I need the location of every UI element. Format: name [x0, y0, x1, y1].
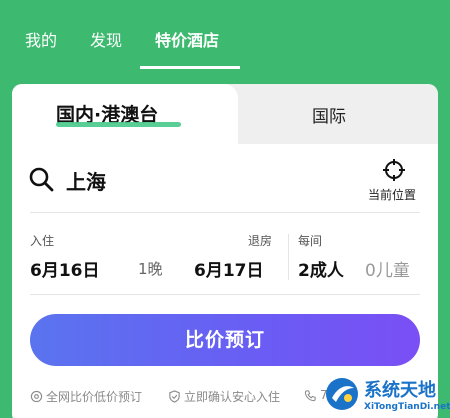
vertical-divider [288, 234, 289, 280]
divider [30, 294, 420, 295]
stay-details-row: 入住 6月16日 1晚 退房 6月17日 每间 2成人 0儿童 [12, 224, 438, 288]
nights-count: 1晚 [138, 260, 163, 278]
tab-special-hotels[interactable]: 特价酒店 [155, 30, 219, 52]
feature-text: 全网比价低价预订 [46, 390, 143, 404]
checkout-date[interactable]: 6月17日 [194, 256, 264, 281]
adults-count[interactable]: 2成人 [298, 256, 344, 281]
locate-icon[interactable] [382, 158, 406, 182]
shield-check-icon [169, 390, 180, 403]
top-nav: 我的 发现 特价酒店 [0, 0, 450, 70]
destination-city[interactable]: 上海 [66, 166, 106, 195]
watermark-url: XiTongTianDi.net [364, 402, 450, 412]
tab-mine[interactable]: 我的 [25, 30, 57, 52]
feature-text: 立即确认安心入住 [184, 390, 281, 404]
tab-discover[interactable]: 发现 [90, 30, 122, 52]
feature-item: 立即确认安心入住 [168, 388, 280, 405]
tab-international-label: 国际 [312, 107, 346, 127]
checkin-date[interactable]: 6月16日 [30, 256, 100, 281]
site-logo-icon [326, 378, 358, 410]
feature-item: 全网比价低价预订 [30, 388, 142, 405]
watermark-title: 系统天地 [364, 380, 436, 401]
tab-domestic-underline [56, 122, 181, 127]
divider [30, 212, 420, 213]
compare-book-button[interactable]: 比价预订 [30, 314, 420, 366]
phone-icon [304, 389, 316, 401]
children-count[interactable]: 0儿童 [365, 256, 410, 281]
hotel-search-card: 国内·港澳台 国际 上海 当前位置 入住 6月16日 1晚 退房 6月17日 每… [12, 84, 438, 418]
search-icon [29, 167, 54, 192]
gear-icon [30, 390, 43, 403]
checkin-label: 入住 [30, 234, 55, 248]
current-location-label[interactable]: 当前位置 [368, 186, 416, 203]
watermark: 系统天地 XiTongTianDi.net [324, 372, 450, 418]
region-tabs: 国内·港澳台 国际 [12, 84, 438, 146]
active-tab-indicator [140, 66, 240, 69]
checkout-label: 退房 [248, 234, 273, 248]
destination-row[interactable]: 上海 当前位置 [12, 146, 438, 212]
per-room-label: 每间 [298, 234, 323, 248]
